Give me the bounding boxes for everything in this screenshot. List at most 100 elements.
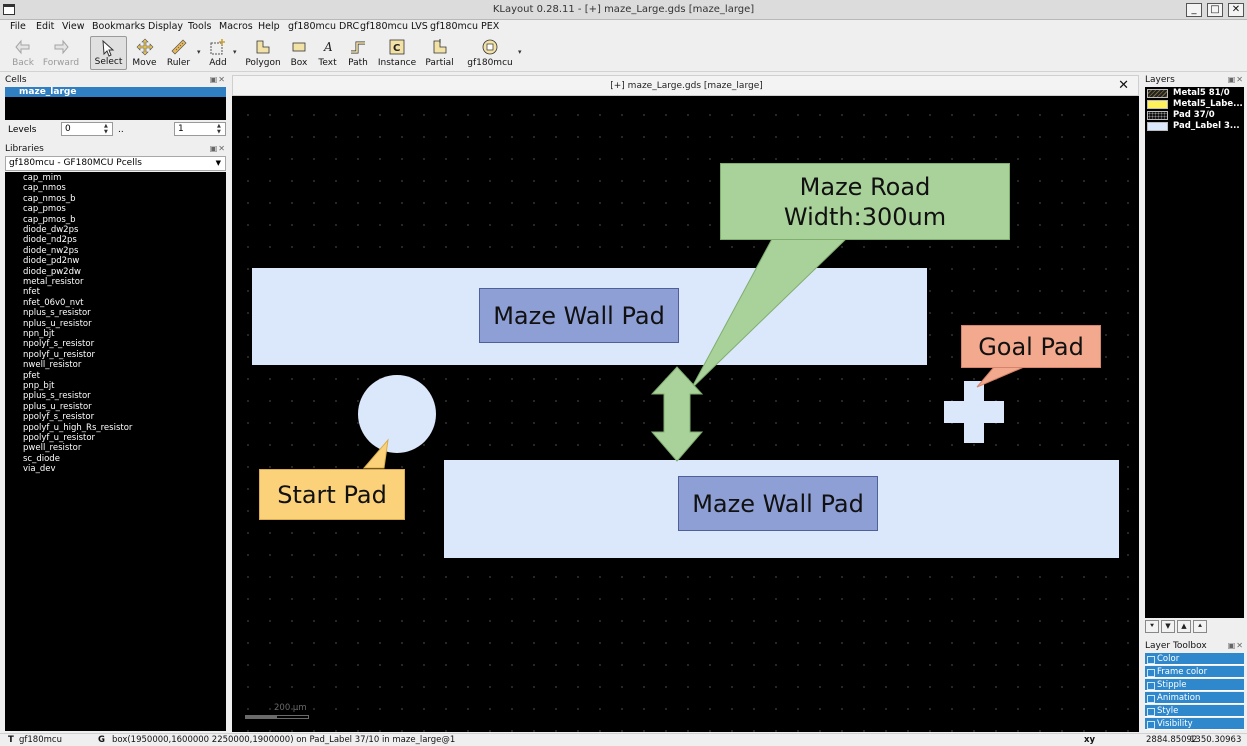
instance-tool-button[interactable]: C Instance (377, 36, 417, 70)
list-item[interactable]: pfet (23, 371, 40, 381)
move-tool-button[interactable]: Move (129, 36, 160, 70)
close-button[interactable]: ✕ (1228, 3, 1244, 17)
ruler-label: Ruler (166, 58, 191, 68)
list-item[interactable]: cap_pmos_b (23, 215, 75, 225)
list-item[interactable]: pnp_bjt (23, 381, 55, 391)
menu-display[interactable]: Display (148, 21, 183, 32)
levels-to-spinbox[interactable]: 1 ▲ ▼ (174, 122, 226, 136)
menu-edit[interactable]: Edit (36, 21, 54, 32)
text-tool-button[interactable]: A Text (315, 36, 340, 70)
library-select[interactable]: gf180mcu - GF180MCU Pcells ▼ (5, 156, 226, 171)
layer-row-metal5-label[interactable]: Metal5_Labe... (1146, 99, 1243, 110)
path-label: Path (348, 58, 368, 68)
maximize-button[interactable]: □ (1207, 3, 1223, 17)
layer-row-pad-label[interactable]: Pad_Label 3... (1146, 121, 1243, 132)
list-item[interactable]: metal_resistor (23, 277, 83, 287)
partial-tool-button[interactable]: Partial (422, 36, 457, 70)
back-button[interactable]: Back (4, 36, 42, 70)
list-item[interactable]: cap_pmos (23, 204, 66, 214)
gf180mcu-label: gf180mcu (467, 58, 513, 68)
ruler-tool-button[interactable]: Ruler (163, 36, 194, 70)
toolbox-color[interactable]: Color (1145, 653, 1244, 665)
toolbox-animation[interactable]: Animation (1145, 692, 1244, 704)
menu-view[interactable]: View (62, 21, 85, 32)
path-tool-button[interactable]: Path (344, 36, 372, 70)
list-item[interactable]: diode_nd2ps (23, 235, 77, 245)
move-layer-up-icon[interactable]: ▲ (1177, 620, 1191, 633)
list-item[interactable]: sc_diode (23, 454, 60, 464)
list-item[interactable]: nfet (23, 287, 40, 297)
svg-text:A: A (323, 40, 333, 54)
move-layer-top-icon[interactable]: ⯅ (1193, 620, 1207, 633)
move-layer-bottom-icon[interactable]: ⯆ (1145, 620, 1159, 633)
menu-gf180mcu-drc[interactable]: gf180mcu DRC (288, 21, 359, 32)
status-info-key: G (98, 735, 105, 745)
add-tool-button[interactable]: Add (204, 36, 232, 70)
list-item[interactable]: pplus_s_resistor (23, 391, 91, 401)
close-tab-icon[interactable]: ✕ (1118, 78, 1129, 93)
toolbox-frame-color[interactable]: Frame color (1145, 666, 1244, 678)
toolbox-stipple[interactable]: Stipple (1145, 679, 1244, 691)
toolbar: Back Forward Select Move Ruler ▾ Add ▾ P… (0, 35, 1247, 72)
list-item[interactable]: cap_nmos (23, 183, 66, 193)
list-item[interactable]: diode_pd2nw (23, 256, 79, 266)
layer-row-metal5[interactable]: Metal5 81/0 (1146, 88, 1243, 99)
chevron-down-icon: ▼ (215, 159, 221, 167)
select-tool-button[interactable]: Select (90, 36, 127, 70)
list-item[interactable]: diode_nw2ps (23, 246, 78, 256)
menu-help[interactable]: Help (258, 21, 280, 32)
menu-file[interactable]: File (10, 21, 26, 32)
polygon-tool-button[interactable]: Polygon (244, 36, 282, 70)
spin-arrows-icon[interactable]: ▲ ▼ (104, 123, 111, 135)
list-item[interactable]: nwell_resistor (23, 360, 81, 370)
layers-panel-float-close-icon[interactable]: ▣✕ (1228, 75, 1244, 84)
start-callout-tail (362, 438, 389, 469)
status-coord-label: xy (1084, 735, 1096, 745)
list-item[interactable]: ppolyf_u_resistor (23, 433, 95, 443)
toolbox-visibility[interactable]: Visibility (1145, 718, 1244, 730)
list-item[interactable]: npolyf_s_resistor (23, 339, 94, 349)
list-item[interactable]: nplus_s_resistor (23, 308, 91, 318)
menu-gf180mcu-pex[interactable]: gf180mcu PEX (430, 21, 499, 32)
libraries-panel-title: Libraries (5, 144, 44, 154)
cell-tree[interactable]: maze_large (5, 87, 226, 120)
list-item[interactable]: cap_mim (23, 173, 61, 183)
add-dropdown-icon[interactable]: ▾ (233, 48, 237, 56)
gf180mcu-dropdown-icon[interactable]: ▾ (518, 48, 522, 56)
ruler-dropdown-icon[interactable]: ▾ (197, 48, 201, 56)
minimize-button[interactable]: _ (1186, 3, 1202, 17)
box-tool-button[interactable]: Box (286, 36, 312, 70)
list-item[interactable]: ppolyf_u_high_Rs_resistor (23, 423, 132, 433)
list-item[interactable]: ppolyf_s_resistor (23, 412, 94, 422)
cell-item-maze-large[interactable]: maze_large (5, 87, 226, 97)
list-item[interactable]: pplus_u_resistor (23, 402, 92, 412)
cells-panel-float-close-icon[interactable]: ▣✕ (210, 75, 226, 84)
list-item[interactable]: pwell_resistor (23, 443, 81, 453)
menu-macros[interactable]: Macros (219, 21, 253, 32)
list-item[interactable]: via_dev (23, 464, 56, 474)
menu-gf180mcu-lvs[interactable]: gf180mcu LVS (360, 21, 428, 32)
toolbox-style[interactable]: Style (1145, 705, 1244, 717)
list-item[interactable]: npn_bjt (23, 329, 55, 339)
menu-bookmarks[interactable]: Bookmarks (92, 21, 145, 32)
list-item[interactable]: npolyf_u_resistor (23, 350, 95, 360)
list-item[interactable]: cap_nmos_b (23, 194, 75, 204)
layer-row-pad[interactable]: Pad 37/0 (1146, 110, 1243, 121)
spin-arrows-icon[interactable]: ▲ ▼ (217, 123, 224, 135)
library-cell-list[interactable]: cap_mim cap_nmos cap_nmos_b cap_pmos cap… (5, 172, 226, 731)
layout-tab-title[interactable]: [+] maze_Large.gds [maze_large] (233, 81, 1140, 91)
list-item[interactable]: diode_pw2dw (23, 267, 81, 277)
layout-canvas[interactable]: Maze Wall Pad Maze Wall Pad Maze Road Wi… (232, 96, 1139, 732)
menu-tools[interactable]: Tools (188, 21, 211, 32)
layer-toolbox-float-close-icon[interactable]: ▣✕ (1228, 641, 1244, 650)
forward-button[interactable]: Forward (42, 36, 80, 70)
list-item[interactable]: nfet_06v0_nvt (23, 298, 83, 308)
move-layer-down-icon[interactable]: ▼ (1161, 620, 1175, 633)
levels-from-spinbox[interactable]: 0 ▲ ▼ (61, 122, 113, 136)
gf180mcu-tool-button[interactable]: gf180mcu (467, 36, 513, 70)
list-item[interactable]: nplus_u_resistor (23, 319, 92, 329)
list-item[interactable]: diode_dw2ps (23, 225, 78, 235)
levels-separator: .. (118, 125, 124, 135)
libraries-panel-float-close-icon[interactable]: ▣✕ (210, 144, 226, 153)
layer-list[interactable]: Metal5 81/0 Metal5_Labe... Pad 37/0 Pad_… (1145, 87, 1244, 618)
